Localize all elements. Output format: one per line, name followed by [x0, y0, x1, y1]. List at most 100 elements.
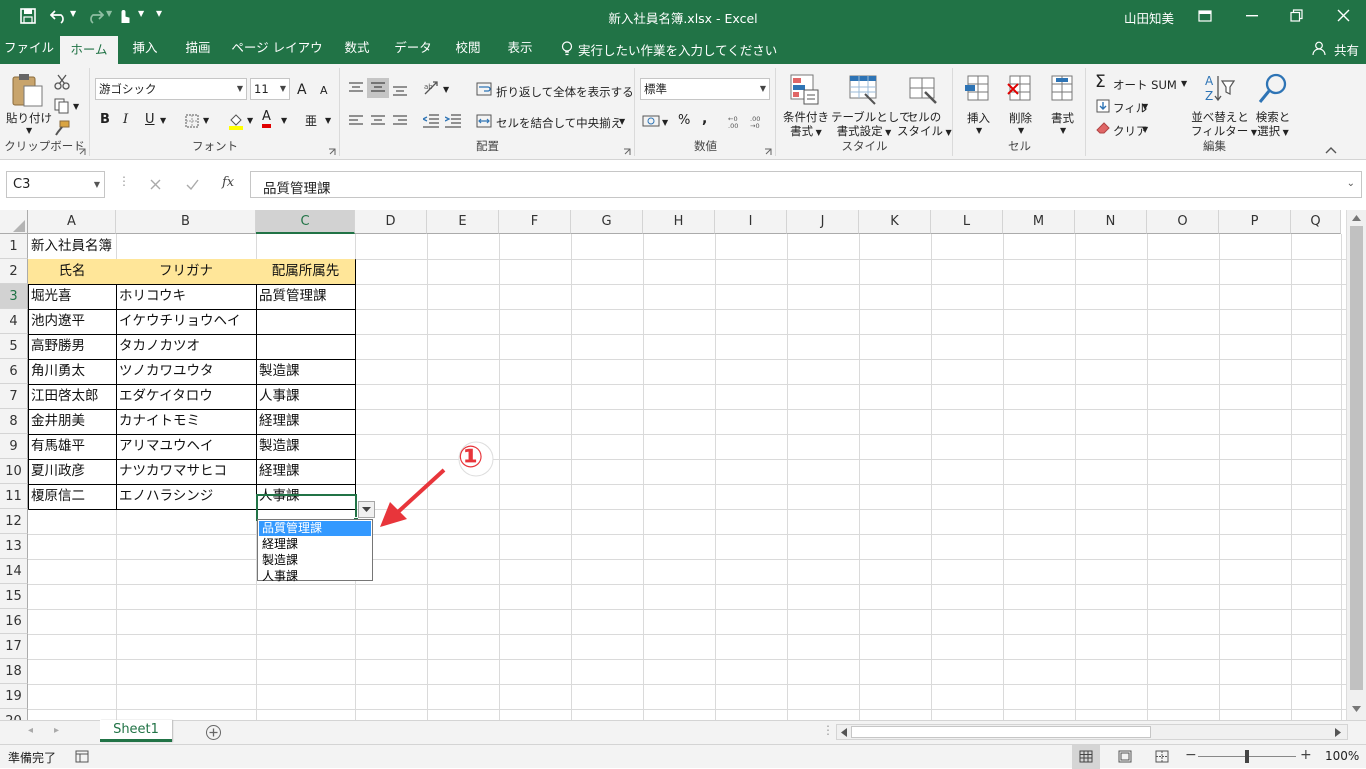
sheet-scroll-left-icon[interactable]: ◂ [28, 725, 33, 736]
tab-draw[interactable]: 描画 [172, 32, 224, 64]
format-as-table-button[interactable]: テーブルとして 書式設定 ▼ [831, 110, 910, 140]
fill-color-dropdown-icon[interactable]: ▼ [247, 116, 253, 125]
column-header-o[interactable]: O [1147, 210, 1219, 234]
font-size-combo[interactable]: 11 ▼ [250, 78, 290, 100]
format-dropdown-icon[interactable]: ▼ [1060, 126, 1066, 135]
align-bottom-icon[interactable] [393, 84, 407, 96]
sheet-scroll-right-icon[interactable]: ▸ [54, 725, 59, 736]
percent-style-button[interactable]: % [678, 113, 690, 128]
cell-b7[interactable]: エダケイタロウ [116, 384, 256, 409]
minimize-icon[interactable] [1246, 15, 1258, 17]
column-header-i[interactable]: I [715, 210, 787, 234]
font-name-combo[interactable]: 游ゴシック ▼ [95, 78, 247, 100]
cell-a11[interactable]: 榎原信二 [28, 484, 116, 509]
cell-b6[interactable]: ツノカワユウタ [116, 359, 256, 384]
align-left-icon[interactable] [349, 115, 363, 127]
cell-a5[interactable]: 高野勝男 [28, 334, 116, 359]
cell-c3[interactable]: 品質管理課 [256, 284, 355, 309]
row-header-9[interactable]: 9 [0, 434, 28, 459]
row-header-14[interactable]: 14 [0, 559, 28, 584]
fill-color-icon[interactable] [228, 112, 244, 130]
phonetic-dropdown-icon[interactable]: ▼ [325, 116, 331, 125]
row-header-18[interactable]: 18 [0, 659, 28, 684]
row-header-8[interactable]: 8 [0, 409, 28, 434]
sheet-tab-sheet1[interactable]: Sheet1 [100, 720, 172, 742]
row-header-6[interactable]: 6 [0, 359, 28, 384]
format-as-table-icon[interactable] [849, 74, 879, 106]
cell-a7[interactable]: 江田啓太郎 [28, 384, 116, 409]
tab-file[interactable]: ファイル [0, 32, 58, 64]
dropdown-option-0[interactable]: 品質管理課 [259, 521, 371, 536]
cell-b10[interactable]: ナツカワマサヒコ [116, 459, 256, 484]
customize-qat-icon[interactable]: ▾ [156, 6, 162, 20]
row-header-12[interactable]: 12 [0, 509, 28, 534]
merge-dropdown-icon[interactable]: ▼ [619, 117, 625, 126]
font-launcher-icon[interactable] [328, 148, 336, 156]
add-sheet-icon[interactable] [205, 724, 222, 741]
format-cells-icon[interactable] [1048, 74, 1076, 104]
row-header-15[interactable]: 15 [0, 584, 28, 609]
row-header-5[interactable]: 5 [0, 334, 28, 359]
row-header-16[interactable]: 16 [0, 609, 28, 634]
decrease-decimal-icon[interactable]: .00→0 [750, 114, 768, 128]
cancel-entry-icon[interactable] [150, 179, 161, 190]
undo-dropdown-icon[interactable]: ▼ [70, 9, 76, 18]
insert-function-button[interactable]: fx [222, 175, 234, 190]
conditional-formatting-button[interactable]: 条件付き 書式 ▼ [781, 110, 831, 140]
cell-c9[interactable]: 製造課 [256, 434, 355, 459]
undo-icon[interactable] [50, 8, 68, 24]
tab-review[interactable]: 校閲 [444, 32, 492, 64]
dropdown-option-1[interactable]: 経理課 [259, 537, 371, 552]
orientation-dropdown-icon[interactable]: ▼ [443, 85, 449, 94]
wrap-text-button[interactable]: 折り返して全体を表示する [496, 84, 634, 100]
splitter-icon[interactable]: ⋮ [822, 723, 834, 737]
sort-filter-button[interactable]: 並べ替えと フィルター ▼ [1191, 110, 1257, 140]
share-button[interactable]: 共有 [1334, 40, 1359, 59]
cell-b4[interactable]: イケウチリョウヘイ [116, 309, 256, 334]
vertical-scrollbar[interactable] [1346, 210, 1366, 720]
touch-dropdown-icon[interactable]: ▼ [138, 9, 144, 18]
delete-dropdown-icon[interactable]: ▼ [1018, 126, 1024, 135]
number-launcher-icon[interactable] [764, 148, 772, 156]
autosum-icon[interactable]: Σ [1095, 72, 1106, 92]
format-painter-icon[interactable] [54, 120, 70, 136]
macro-record-icon[interactable] [75, 750, 89, 763]
horizontal-scrollbar[interactable] [836, 724, 1348, 740]
cell-styles-button[interactable]: セルの スタイル ▼ [897, 110, 952, 140]
cell-b8[interactable]: カナイトモミ [116, 409, 256, 434]
scroll-left-icon[interactable] [841, 728, 847, 737]
format-cells-button[interactable]: 書式 [1051, 110, 1074, 126]
bold-button[interactable]: B [100, 112, 110, 127]
column-header-l[interactable]: L [931, 210, 1003, 234]
column-header-f[interactable]: F [499, 210, 571, 234]
row-header-7[interactable]: 7 [0, 384, 28, 409]
font-color-button[interactable]: A [262, 110, 271, 128]
cell-a3[interactable]: 堀光喜 [28, 284, 116, 309]
cell-a2[interactable]: 氏名 [28, 259, 116, 284]
enter-entry-icon[interactable] [186, 179, 199, 190]
insert-cells-button[interactable]: 挿入 [967, 110, 990, 126]
eraser-icon[interactable] [1096, 122, 1110, 134]
normal-view-selected[interactable] [1072, 745, 1100, 769]
cell-styles-icon[interactable] [909, 74, 939, 106]
cell-b9[interactable]: アリマユウヘイ [116, 434, 256, 459]
tab-formulas[interactable]: 数式 [332, 32, 382, 64]
dropdown-option-2[interactable]: 製造課 [259, 553, 371, 568]
paste-dropdown-icon[interactable]: ▼ [26, 126, 32, 135]
column-header-b[interactable]: B [116, 210, 256, 234]
cell-b2[interactable]: フリガナ [116, 259, 256, 284]
insert-cells-icon[interactable] [964, 74, 992, 104]
column-header-j[interactable]: J [787, 210, 859, 234]
cell-c5[interactable] [256, 334, 355, 359]
scroll-right-icon[interactable] [1335, 728, 1341, 737]
increase-indent-icon[interactable] [445, 114, 461, 128]
merge-center-button[interactable]: セルを結合して中央揃え [496, 115, 622, 131]
italic-button[interactable]: I [123, 112, 128, 127]
column-header-a[interactable]: A [28, 210, 116, 234]
cell-a1[interactable]: 新入社員名簿 [28, 234, 328, 259]
accounting-format-icon[interactable] [642, 114, 660, 128]
page-break-view-icon[interactable] [1155, 750, 1169, 763]
cell-c8[interactable]: 経理課 [256, 409, 355, 434]
borders-icon[interactable] [185, 114, 199, 128]
comma-style-button[interactable]: , [702, 111, 707, 127]
